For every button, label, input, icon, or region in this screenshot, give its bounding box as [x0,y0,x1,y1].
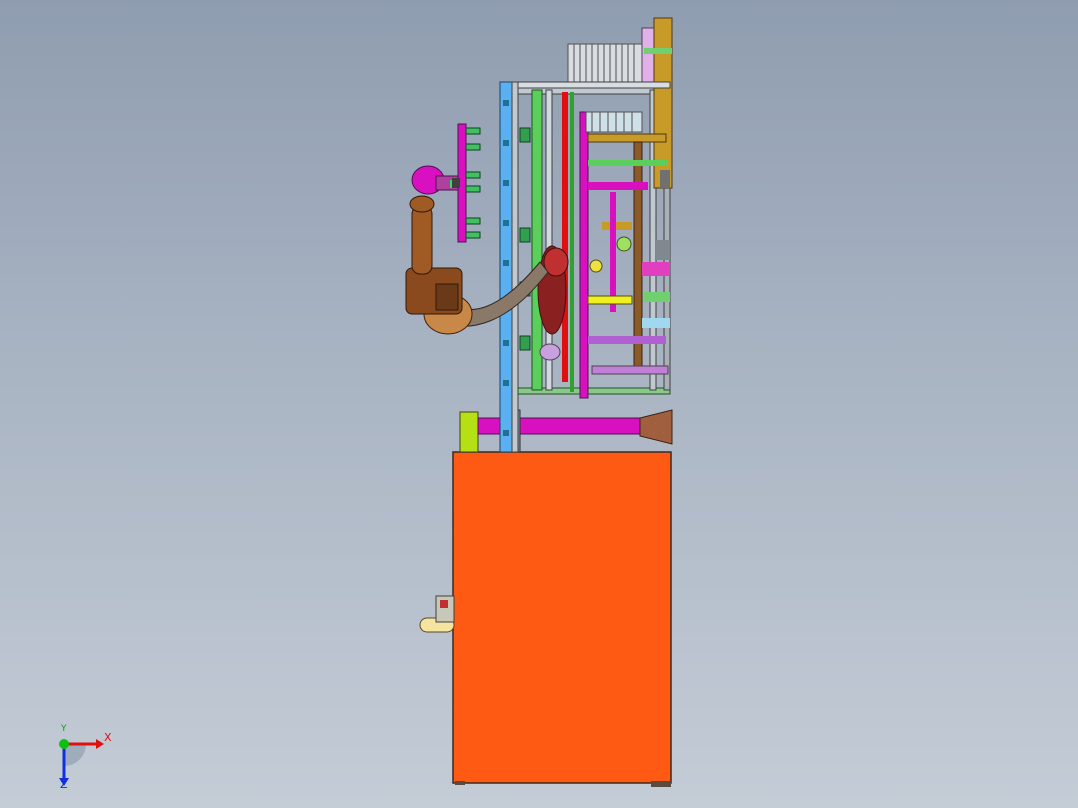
cabinet-foot [455,781,465,785]
y-axis-dot [59,739,69,749]
frame-clamps [519,127,531,351]
y-axis-label: Y [61,724,67,734]
base-cabinet[interactable] [452,451,672,784]
gripper-tool[interactable] [452,123,481,243]
axis-triad[interactable]: X Y Z [50,724,120,792]
side-handle-fixture[interactable] [419,595,455,633]
cabinet-foot [651,781,671,787]
model-3d-view[interactable] [0,0,1078,808]
z-axis-label: Z [60,778,68,791]
support-beam[interactable] [459,409,673,453]
cad-viewport[interactable]: X Y Z [0,0,1078,808]
x-axis-label: X [104,731,112,744]
